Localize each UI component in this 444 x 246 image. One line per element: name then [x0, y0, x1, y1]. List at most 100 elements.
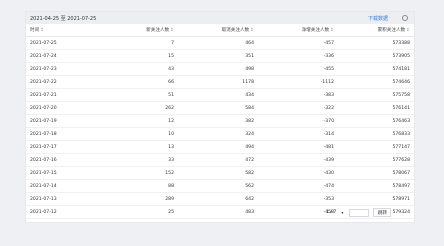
- page-number-input[interactable]: [349, 208, 370, 217]
- page-select-chevron-icon[interactable]: ▾: [339, 209, 345, 217]
- table-cell: 2021-07-13: [26, 192, 106, 206]
- table-cell: 574181: [338, 62, 414, 76]
- table-cell: 472: [178, 153, 258, 167]
- table-cell: 2021-07-24: [26, 49, 106, 63]
- jump-button[interactable]: 跳转: [373, 208, 392, 217]
- table-cell: 2021-07-25: [26, 36, 106, 50]
- table-cell: 577147: [338, 140, 414, 154]
- date-range: 2021-04-25 至 2021-07-25: [30, 15, 97, 22]
- table-cell: -370: [258, 114, 338, 128]
- table-cell: 88: [106, 179, 178, 193]
- sort-icon[interactable]: ↕: [250, 28, 254, 33]
- table-cell: 262: [106, 101, 178, 115]
- table-cell: 575758: [338, 88, 414, 102]
- table-row: 2021-07-17 13 494 -481 577147: [26, 140, 414, 154]
- column-header[interactable]: 累积关注人数↕: [338, 24, 414, 37]
- table-cell: -336: [258, 49, 338, 63]
- table-cell: 2021-07-17: [26, 140, 106, 154]
- sort-icon[interactable]: ↕: [170, 28, 174, 33]
- table-row: 2021-07-22 66 1178 -1112 574646: [26, 75, 414, 89]
- table-cell: -439: [258, 153, 338, 167]
- table-cell: -1112: [258, 75, 338, 89]
- table-cell: 152: [106, 166, 178, 180]
- sort-icon[interactable]: ↕: [40, 28, 44, 33]
- table-row: 2021-07-25 7 464 -457 573388: [26, 36, 414, 50]
- table-header-row: 时间↕ 新关注人数↕ 取消关注人数↕ 净增关注人数↕ 累积关注人数↕: [26, 24, 414, 37]
- download-data-link[interactable]: 下载数据: [368, 15, 388, 22]
- table-cell: 562: [178, 179, 258, 193]
- table-cell: 577628: [338, 153, 414, 167]
- table-cell: 2021-07-23: [26, 62, 106, 76]
- table-cell: 578067: [338, 166, 414, 180]
- table-cell: 2021-07-18: [26, 127, 106, 141]
- table-cell: 576141: [338, 101, 414, 115]
- table-cell: 33: [106, 153, 178, 167]
- table-cell: 578497: [338, 179, 414, 193]
- table-cell: 582: [178, 166, 258, 180]
- table-cell: 2021-07-16: [26, 153, 106, 167]
- table-cell: 1178: [178, 75, 258, 89]
- table-cell: 2021-07-22: [26, 75, 106, 89]
- table-cell: 25: [106, 205, 178, 219]
- column-header[interactable]: 新关注人数↕: [106, 24, 178, 37]
- table-cell: 464: [178, 36, 258, 50]
- table-cell: -481: [258, 140, 338, 154]
- table-cell: -314: [258, 127, 338, 141]
- table-row: 2021-07-16 33 472 -439 577628: [26, 153, 414, 167]
- table-cell: 351: [178, 49, 258, 63]
- table-row: 2021-07-21 51 434 -383 575758: [26, 88, 414, 102]
- table-cell: 2021-07-19: [26, 114, 106, 128]
- table-cell: 576833: [338, 127, 414, 141]
- table-cell: 574646: [338, 75, 414, 89]
- table-cell: 573905: [338, 49, 414, 63]
- table-cell: 483: [178, 205, 258, 219]
- data-panel: 2021-04-25 至 2021-07-25 下载数据 时间↕ 新关注人数↕ 取消…: [25, 11, 415, 223]
- panel-header: 2021-04-25 至 2021-07-25 下载数据: [26, 12, 414, 24]
- column-header[interactable]: 取消关注人数↕: [178, 24, 258, 37]
- table-row: 2021-07-14 88 562 -474 578497: [26, 179, 414, 193]
- stats-table: 时间↕ 新关注人数↕ 取消关注人数↕ 净增关注人数↕ 累积关注人数↕ 2021-07-2…: [26, 24, 414, 219]
- table-row: 2021-07-24 15 351 -336 573905: [26, 49, 414, 63]
- table-row: 2021-07-23 43 498 -455 574181: [26, 62, 414, 76]
- table-cell: 2021-07-12: [26, 205, 106, 219]
- table-cell: 498: [178, 62, 258, 76]
- column-header-label: 净增关注人数: [301, 28, 330, 33]
- column-header-label: 时间: [30, 28, 40, 33]
- table-cell: 51: [106, 88, 178, 102]
- table-row: 2021-07-18 10 324 -314 576833: [26, 127, 414, 141]
- table-row: 2021-07-15 152 582 -430 578067: [26, 166, 414, 180]
- table-cell: 434: [178, 88, 258, 102]
- table-cell: 66: [106, 75, 178, 89]
- table-cell: 584: [178, 101, 258, 115]
- table-cell: -457: [258, 36, 338, 50]
- column-header[interactable]: 时间↕: [26, 24, 106, 37]
- page-info: 1 / 7: [326, 210, 337, 215]
- table-row: 2021-07-20 262 584 -322 576141: [26, 101, 414, 115]
- table-cell: -455: [258, 62, 338, 76]
- gear-icon[interactable]: [402, 15, 408, 21]
- pagination: 1 / 7 ▾ 跳转: [326, 208, 392, 217]
- table-cell: 13: [106, 140, 178, 154]
- table-cell: 382: [178, 114, 258, 128]
- sort-icon[interactable]: ↕: [330, 28, 334, 33]
- column-header-label: 取消关注人数: [221, 28, 250, 33]
- table-cell: 573388: [338, 36, 414, 50]
- column-header-label: 新关注人数: [146, 28, 170, 33]
- table-cell: -474: [258, 179, 338, 193]
- table-cell: 10: [106, 127, 178, 141]
- sort-icon[interactable]: ↕: [406, 28, 410, 33]
- table-cell: 2021-07-14: [26, 179, 106, 193]
- table-cell: -383: [258, 88, 338, 102]
- column-header[interactable]: 净增关注人数↕: [258, 24, 338, 37]
- table-cell: 43: [106, 62, 178, 76]
- table-cell: 7: [106, 36, 178, 50]
- table-cell: 642: [178, 192, 258, 206]
- table-cell: 576463: [338, 114, 414, 128]
- table-cell: 2021-07-15: [26, 166, 106, 180]
- table-cell: 289: [106, 192, 178, 206]
- table-cell: 2021-07-20: [26, 101, 106, 115]
- table-cell: -430: [258, 166, 338, 180]
- table-cell: 494: [178, 140, 258, 154]
- table-cell: -353: [258, 192, 338, 206]
- table-cell: -322: [258, 101, 338, 115]
